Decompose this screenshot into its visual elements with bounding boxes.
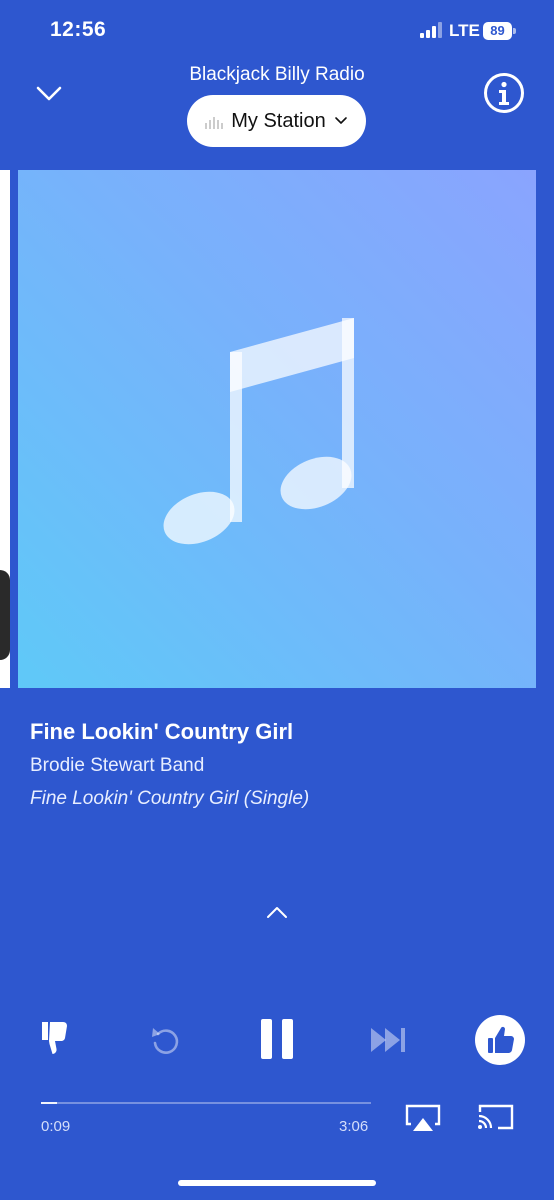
track-artist[interactable]: Brodie Stewart Band xyxy=(30,755,204,777)
network-type: LTE xyxy=(449,21,480,40)
music-note-icon xyxy=(163,318,354,545)
station-bars-icon xyxy=(205,117,224,129)
chevron-up-icon[interactable] xyxy=(264,902,290,924)
track-album[interactable]: Fine Lookin' Country Girl (Single) xyxy=(30,788,309,810)
time-total: 3:06 xyxy=(339,1118,369,1135)
pause-button[interactable] xyxy=(259,1018,295,1060)
track-title: Fine Lookin' Country Girl xyxy=(30,719,294,744)
cast-icon[interactable] xyxy=(476,1104,514,1130)
progress-bar[interactable] xyxy=(41,1102,371,1104)
thumbs-up-button[interactable] xyxy=(475,1015,525,1065)
station-name: Blackjack Billy Radio xyxy=(189,64,365,85)
airplay-icon[interactable] xyxy=(405,1104,441,1132)
status-time: 12:56 xyxy=(50,18,107,41)
station-selector-button[interactable]: My Station xyxy=(187,95,366,147)
time-elapsed: 0:09 xyxy=(41,1118,71,1135)
album-artwork xyxy=(18,170,536,688)
replay-icon[interactable] xyxy=(150,1024,180,1056)
signal-strength-icon xyxy=(420,22,442,38)
progress-fill xyxy=(41,1102,57,1104)
battery-level: 89 xyxy=(483,22,512,40)
home-indicator[interactable] xyxy=(178,1180,376,1186)
thumbs-up-icon xyxy=(488,1026,514,1053)
station-selector-label: My Station xyxy=(231,109,326,132)
thumbs-down-icon[interactable] xyxy=(38,1020,70,1056)
chevron-down-icon xyxy=(334,117,347,124)
info-icon[interactable] xyxy=(483,72,525,114)
skip-forward-icon[interactable] xyxy=(371,1026,407,1054)
battery-icon: 89 xyxy=(483,22,517,40)
previous-artwork-peek[interactable] xyxy=(0,170,10,688)
